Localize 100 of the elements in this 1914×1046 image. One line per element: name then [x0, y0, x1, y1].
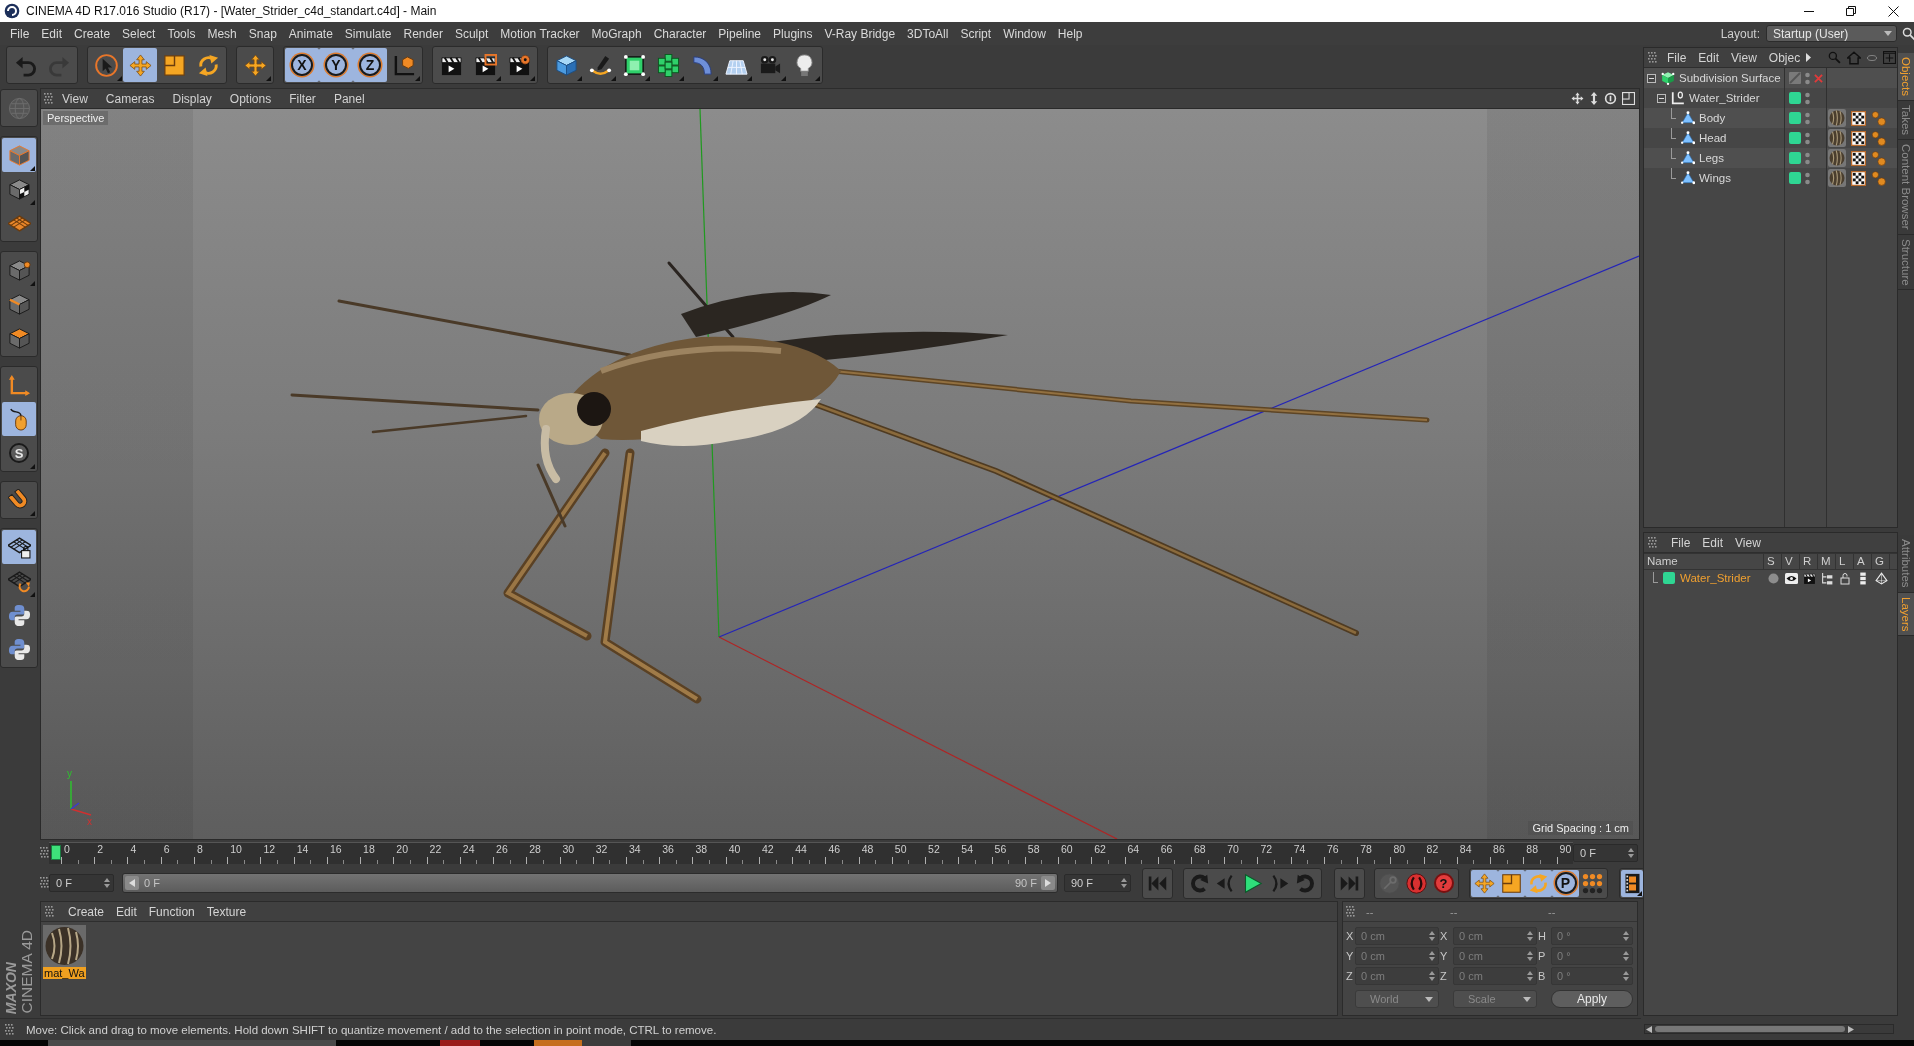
apply-button[interactable]: Apply [1551, 990, 1633, 1008]
menu-item[interactable]: Tools [161, 26, 202, 41]
viewport-menu-item[interactable]: Filter [280, 91, 325, 106]
column-header[interactable]: L [1836, 554, 1854, 569]
horizontal-scrollbar[interactable] [1644, 1024, 1894, 1034]
menu-item[interactable]: Snap [242, 26, 283, 41]
panel-menu-item[interactable]: File [1661, 50, 1693, 65]
menu-item[interactable]: Window [997, 26, 1052, 41]
panel-menu-item[interactable]: Function [142, 904, 201, 919]
rotate-arrows-icon [196, 53, 220, 77]
column-header[interactable]: S [1764, 554, 1782, 569]
model-mode-button[interactable] [2, 138, 36, 172]
panel-menu-item[interactable]: Texture [200, 904, 253, 919]
menu-item[interactable]: Animate [282, 26, 339, 41]
layout-dropdown[interactable]: Startup (User) [1766, 25, 1897, 42]
menu-item[interactable]: Plugins [767, 26, 819, 41]
axis-label: X [1439, 930, 1449, 942]
clapperboard-frame-icon [473, 53, 497, 77]
axis-lock-button[interactable]: Z [353, 48, 387, 82]
axis-corner-icon [7, 373, 31, 397]
panel-menu-item[interactable]: Create [62, 904, 111, 919]
column-header[interactable]: G [1872, 554, 1890, 569]
panel-menu-item[interactable]: Edit [110, 904, 143, 919]
snap-button[interactable]: S [2, 436, 36, 470]
grip-icon [40, 847, 49, 859]
menu-item[interactable]: Render [397, 26, 449, 41]
grip-icon [44, 92, 53, 105]
column-header[interactable]: Name [1644, 554, 1764, 569]
key-parameter-button[interactable]: P [1552, 869, 1579, 897]
object-row[interactable]: Wings [1644, 168, 1897, 188]
menu-item[interactable]: Help [1051, 26, 1089, 41]
visibility-dots-icon [1805, 71, 1810, 85]
rotate-arrows-icon [1528, 872, 1549, 894]
dropdown-caret-icon [1884, 31, 1892, 36]
viewport-menu-item[interactable]: Display [163, 91, 221, 106]
material-tag-icon [1828, 149, 1846, 167]
python-icon [7, 603, 31, 627]
side-tab[interactable]: Layers [1898, 592, 1914, 637]
menu-item[interactable]: 3DToAll [901, 26, 955, 41]
axis-lock-button[interactable]: Y [319, 48, 353, 82]
menu-item[interactable]: Simulate [338, 26, 398, 41]
object-name: Subdivision Surface [1679, 72, 1781, 84]
current-frame-field[interactable]: 0 F [1573, 844, 1638, 862]
menu-item[interactable]: Mesh [201, 26, 243, 41]
object-row[interactable]: Body [1644, 108, 1897, 128]
menu-item[interactable]: Character [647, 26, 713, 41]
key-position-button[interactable] [1471, 869, 1498, 897]
key-rotation-button[interactable] [1525, 869, 1552, 897]
axis-lock-button[interactable]: X [285, 48, 319, 82]
axis-label: H [1537, 930, 1547, 942]
ball-pair-icon [1871, 130, 1886, 146]
menu-item[interactable]: Sculpt [448, 26, 495, 41]
spinner-arrows-icon [1429, 971, 1435, 981]
workplane-lock-button[interactable] [2, 530, 36, 564]
column-header[interactable]: V [1782, 554, 1800, 569]
layer-color-swatch [1789, 92, 1801, 104]
column-header[interactable]: M [1818, 554, 1836, 569]
move-arrows-icon [1474, 872, 1495, 894]
viewport-menu-item[interactable]: Options [220, 91, 281, 106]
object-row[interactable]: Legs [1644, 148, 1897, 168]
layer-name[interactable]: Water_Strider [1680, 572, 1751, 584]
panel-menu-item[interactable]: View [1725, 50, 1763, 65]
playhead-marker[interactable] [51, 845, 61, 860]
panel-menu-item[interactable]: View [1729, 535, 1767, 550]
grip-icon [1648, 51, 1657, 64]
viewport-menu-item[interactable]: Panel [324, 91, 374, 106]
viewport-canvas[interactable]: Perspective y x Grid Spacing : 1 cm [40, 108, 1640, 840]
menu-item[interactable]: Script [954, 26, 998, 41]
range-start-handle[interactable] [125, 876, 139, 890]
object-row[interactable]: Subdivision Surface [1644, 68, 1897, 88]
panel-menu-item[interactable]: Edit [1692, 50, 1726, 65]
panel-menu-item[interactable]: Edit [1696, 535, 1730, 550]
side-tab[interactable]: Objects [1898, 53, 1914, 101]
viewport-menu-item[interactable]: View [53, 91, 97, 106]
gizmo-axis-label: x [87, 816, 92, 827]
column-header[interactable]: R [1800, 554, 1818, 569]
menu-item[interactable]: Pipeline [712, 26, 768, 41]
menu-item[interactable]: V-Ray Bridge [818, 26, 902, 41]
tweak-mode-button[interactable] [2, 402, 36, 436]
menu-item[interactable]: File [4, 26, 36, 41]
timeline-ruler[interactable]: 0 2 4 6 8 10 12 14 16 18 20 22 24 26 28 30 32 34 36 38 40 42 44 46 48 50 52 54 56 58 60 62 64 66 68 70 72 74 76 78 80 82 84 86 88 90 [49, 842, 1573, 864]
range-end-handle[interactable] [1041, 876, 1055, 890]
menu-item[interactable]: Motion Tracker [494, 26, 586, 41]
dot-grid-icon [1582, 872, 1603, 894]
menu-item[interactable]: Edit [35, 26, 69, 41]
spinner-arrows-icon [1623, 931, 1629, 941]
material-name[interactable]: mat_Wa [43, 967, 86, 979]
start-frame-field[interactable]: 0 F [49, 874, 114, 892]
viewport-menu-item[interactable]: Cameras [96, 91, 164, 106]
panel-menu-item[interactable]: Objec [1762, 50, 1807, 65]
menu-item[interactable]: Create [68, 26, 117, 41]
panel-menu-item[interactable]: File [1665, 535, 1697, 550]
menu-item[interactable]: Select [116, 26, 162, 41]
end-frame-field[interactable]: 90 F [1064, 874, 1131, 892]
menu-item[interactable]: MoGraph [585, 26, 648, 41]
spinner-arrows-icon [1623, 971, 1629, 981]
column-header[interactable]: A [1854, 554, 1872, 569]
home-icon [1847, 50, 1861, 65]
polygon-triangle-icon [1681, 151, 1695, 165]
scrollbar-thumb[interactable] [1655, 1026, 1845, 1032]
